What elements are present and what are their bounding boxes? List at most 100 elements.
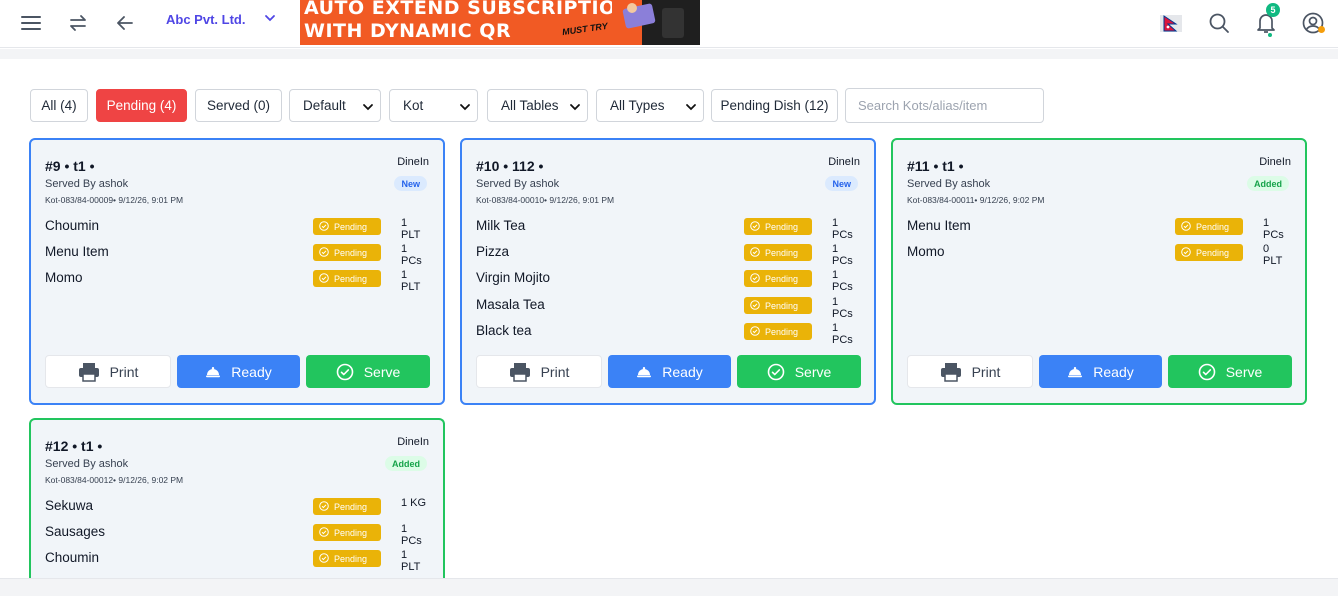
footer-band (0, 578, 1338, 596)
kot-card[interactable]: #11 • t1 • DineIn Served By ashok Kot-083/8… (891, 138, 1307, 405)
list-item: Milk Tea Pending 1 PCs (476, 217, 860, 241)
list-item: Momo Pending 1 PLT (45, 269, 429, 293)
kot-card[interactable]: #10 • 112 • DineIn Served By ashok Kot-083/… (460, 138, 876, 405)
print-button[interactable]: Print (476, 355, 602, 388)
kot-number: Kot-083/84-00011• 9/12/26, 9:02 PM (907, 195, 1045, 205)
kot-card[interactable]: #9 • t1 • DineIn Served By ashok Kot-083/84… (29, 138, 445, 405)
serve-label: Serve (794, 363, 832, 380)
pending-status-button[interactable]: Pending (744, 218, 812, 235)
item-name: Momo (45, 270, 83, 285)
served-by: Served By ashok (476, 178, 560, 190)
pending-label: Pending (765, 326, 799, 337)
serve-button[interactable]: Serve (306, 355, 430, 388)
company-name[interactable]: Abc Pvt. Ltd. (166, 12, 245, 27)
pending-dish-button[interactable]: Pending Dish (12) (711, 89, 838, 122)
print-label: Print (971, 363, 1001, 380)
search-input[interactable] (845, 88, 1044, 123)
item-name: Choumin (45, 218, 100, 233)
back-arrow-icon[interactable] (110, 8, 140, 38)
nepal-flag-icon[interactable] (1156, 8, 1186, 38)
check-circle-icon (1198, 363, 1216, 381)
item-name: Choumin (45, 550, 100, 565)
serve-label: Serve (1225, 363, 1263, 380)
pending-status-button[interactable]: Pending (313, 498, 381, 515)
print-label: Print (540, 363, 570, 380)
ready-button[interactable]: Ready (177, 355, 300, 388)
check-circle-icon (319, 526, 329, 539)
user-icon[interactable] (1298, 8, 1328, 38)
pending-label: Pending (1196, 247, 1230, 258)
kot-title: #11 • t1 • (907, 158, 964, 174)
list-item: Black tea Pending 1 PCs (476, 322, 860, 346)
item-quantity: 1 PCs (832, 217, 853, 241)
item-quantity: 1 PCs (832, 322, 853, 346)
pending-status-button[interactable]: Pending (313, 550, 381, 567)
chevron-down-icon (460, 104, 470, 111)
pending-status-button[interactable]: Pending (1175, 244, 1243, 261)
status-badge: New (825, 176, 858, 191)
check-circle-icon (336, 363, 354, 381)
order-type: DineIn (397, 436, 429, 448)
pending-status-button[interactable]: Pending (1175, 218, 1243, 235)
pending-label: Pending (334, 501, 368, 512)
ready-label: Ready (662, 363, 703, 380)
check-circle-icon (750, 325, 760, 338)
type-select[interactable]: All Types (596, 89, 704, 122)
list-item: Menu Item Pending 1 PCs (907, 217, 1291, 241)
ready-label: Ready (1093, 363, 1134, 380)
pending-status-button[interactable]: Pending (744, 297, 812, 314)
pending-status-button[interactable]: Pending (313, 524, 381, 541)
check-circle-icon (750, 220, 760, 233)
pending-status-button[interactable]: Pending (744, 270, 812, 287)
ready-button[interactable]: Ready (1039, 355, 1162, 388)
table-select[interactable]: All Tables (487, 89, 588, 122)
sort-select-value: Default (303, 98, 346, 113)
kot-card[interactable]: #12 • t1 • DineIn Served By ashok Kot-083/8… (29, 418, 445, 588)
swap-icon[interactable] (63, 8, 93, 38)
pending-status-button[interactable]: Pending (744, 323, 812, 340)
list-item: Masala Tea Pending 1 PCs (476, 296, 860, 320)
list-item: Virgin Mojito Pending 1 PCs (476, 269, 860, 293)
promo-banner[interactable]: AUTO EXTEND SUBSCRIPTION WITH DYNAMIC QR… (300, 0, 700, 45)
item-quantity: 0 PLT (1263, 243, 1283, 267)
sort-select[interactable]: Default (289, 89, 381, 122)
status-badge: New (394, 176, 427, 191)
print-button[interactable]: Print (907, 355, 1033, 388)
ready-button[interactable]: Ready (608, 355, 731, 388)
pending-label: Pending (1196, 221, 1230, 232)
pending-label: Pending (765, 221, 799, 232)
serve-button[interactable]: Serve (1168, 355, 1292, 388)
check-circle-icon (1181, 246, 1191, 259)
item-name: Momo (907, 244, 945, 259)
item-quantity: 1 KG (401, 497, 427, 509)
pending-label: Pending (334, 221, 368, 232)
tab-served[interactable]: Served (0) (195, 89, 282, 122)
cloche-icon (636, 365, 652, 379)
search-icon[interactable] (1204, 8, 1234, 38)
pending-status-button[interactable]: Pending (313, 270, 381, 287)
check-circle-icon (750, 299, 760, 312)
item-quantity: 1 PCs (832, 269, 853, 293)
item-name: Masala Tea (476, 297, 545, 312)
item-quantity: 1 PCs (1263, 217, 1284, 241)
cloche-icon (205, 365, 221, 379)
banner-tag: MUST TRY (561, 20, 609, 38)
tab-pending[interactable]: Pending (4) (96, 89, 187, 122)
header-divider (0, 49, 1338, 59)
pending-status-button[interactable]: Pending (313, 244, 381, 261)
serve-button[interactable]: Serve (737, 355, 861, 388)
printer-icon (78, 362, 100, 382)
item-name: Menu Item (45, 244, 109, 259)
pending-status-button[interactable]: Pending (313, 218, 381, 235)
pending-status-button[interactable]: Pending (744, 244, 812, 261)
printer-icon (940, 362, 962, 382)
list-item: Pizza Pending 1 PCs (476, 243, 860, 267)
chevron-down-icon[interactable] (262, 10, 278, 26)
print-button[interactable]: Print (45, 355, 171, 388)
menu-icon[interactable] (16, 8, 46, 38)
banner-illustration (612, 0, 700, 45)
check-circle-icon (319, 552, 329, 565)
notification-badge: 5 (1266, 3, 1280, 17)
kot-select[interactable]: Kot (389, 89, 478, 122)
tab-all[interactable]: All (4) (30, 89, 88, 122)
